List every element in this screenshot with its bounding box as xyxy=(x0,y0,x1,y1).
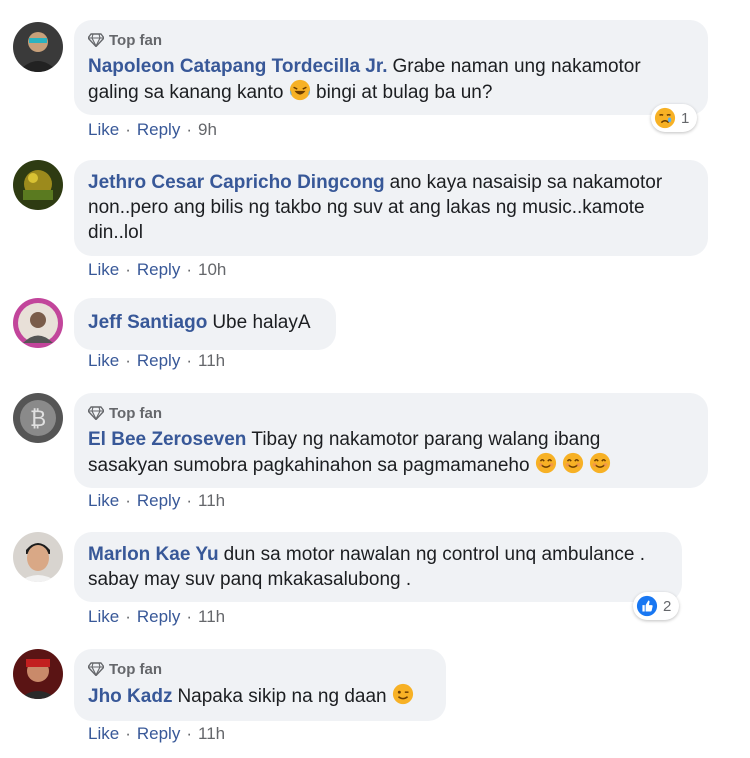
comment-author[interactable]: Napoleon Catapang Tordecilla Jr. xyxy=(88,56,388,77)
comment-text: Marlon Kae Yu dun sa motor nawalan ng con… xyxy=(88,544,646,590)
separator: · xyxy=(186,607,192,626)
comment-author[interactable]: Jho Kadz xyxy=(88,686,172,707)
like-reaction-icon xyxy=(636,595,658,617)
comment-time[interactable]: 11h xyxy=(198,491,225,511)
comment-text: Jethro Cesar Capricho Dingcong ano kaya n… xyxy=(88,172,663,243)
comment-item: Jeff Santiago Ube halayA Like · Reply · 1… xyxy=(0,290,750,385)
comment-time[interactable]: 9h xyxy=(198,120,217,140)
like-link[interactable]: Like xyxy=(88,351,119,371)
separator: · xyxy=(186,120,192,139)
comment-author[interactable]: Jethro Cesar Capricho Dingcong xyxy=(88,172,385,193)
comment-bubble: Jeff Santiago Ube halayA xyxy=(74,298,336,350)
comment-time[interactable]: 10h xyxy=(198,260,226,280)
comment-item: Marlon Kae Yu dun sa motor nawalan ng con… xyxy=(0,525,750,645)
comment-actions: Like · Reply · 11h xyxy=(88,724,225,744)
reaction-count[interactable]: 2 xyxy=(633,592,680,620)
comment-item: Top fan Jho Kadz Napaka sikip na ng daan … xyxy=(0,645,750,758)
comment-text: El Bee Zeroseven Tibay ng nakamotor paran… xyxy=(88,427,694,478)
smiling-emoji-icon xyxy=(535,452,557,474)
reply-link[interactable]: Reply xyxy=(137,491,180,511)
separator: · xyxy=(125,724,131,743)
separator: · xyxy=(186,491,192,510)
comment-bubble: Top fan Jho Kadz Napaka sikip na ng daan xyxy=(74,649,446,721)
like-link[interactable]: Like xyxy=(88,607,119,627)
winking-emoji-icon xyxy=(392,683,413,705)
comment-bubble: Top fan El Bee Zeroseven Tibay ng nakamot… xyxy=(74,393,708,488)
separator: · xyxy=(125,491,131,510)
comment-bubble: Marlon Kae Yu dun sa motor nawalan ng con… xyxy=(74,532,682,602)
comment-item: Top fan Napoleon Catapang Tordecilla Jr.… xyxy=(0,0,750,150)
comment-item: ₿ Top fan El Bee Zeroseven Tibay ng nakam… xyxy=(0,385,750,525)
avatar[interactable] xyxy=(13,649,63,699)
separator: · xyxy=(186,351,192,370)
separator: · xyxy=(125,351,131,370)
comment-time[interactable]: 11h xyxy=(198,607,225,627)
diamond-icon xyxy=(88,33,104,47)
comment-author[interactable]: Jeff Santiago xyxy=(88,312,207,333)
top-fan-badge: Top fan xyxy=(88,659,432,679)
comment-text: Jeff Santiago Ube halayA xyxy=(88,312,311,333)
like-link[interactable]: Like xyxy=(88,120,119,140)
like-link[interactable]: Like xyxy=(88,260,119,280)
comment-author[interactable]: El Bee Zeroseven xyxy=(88,429,246,450)
separator: · xyxy=(186,260,192,279)
reply-link[interactable]: Reply xyxy=(137,724,180,744)
avatar[interactable] xyxy=(13,160,63,210)
comment-actions: Like · Reply · 9h xyxy=(88,120,217,140)
avatar[interactable] xyxy=(13,22,63,72)
comment-bubble: Top fan Napoleon Catapang Tordecilla Jr.… xyxy=(74,20,708,115)
like-link[interactable]: Like xyxy=(88,724,119,744)
avatar[interactable] xyxy=(13,532,63,582)
comment-author[interactable]: Marlon Kae Yu xyxy=(88,544,219,565)
comment-item: Jethro Cesar Capricho Dingcong ano kaya n… xyxy=(0,150,750,290)
svg-text:₿: ₿ xyxy=(30,407,46,432)
top-fan-badge: Top fan xyxy=(88,403,694,423)
avatar[interactable]: ₿ xyxy=(13,393,63,443)
laughing-crying-emoji-icon xyxy=(289,79,310,101)
reaction-count[interactable]: 1 xyxy=(651,104,698,132)
separator: · xyxy=(125,120,131,139)
top-fan-badge: Top fan xyxy=(88,30,694,50)
comment-bubble: Jethro Cesar Capricho Dingcong ano kaya n… xyxy=(74,160,708,256)
comment-time[interactable]: 11h xyxy=(198,724,225,744)
reply-link[interactable]: Reply xyxy=(137,351,180,371)
separator: · xyxy=(125,607,131,626)
separator: · xyxy=(125,260,131,279)
reply-link[interactable]: Reply xyxy=(137,607,180,627)
like-link[interactable]: Like xyxy=(88,491,119,511)
reply-link[interactable]: Reply xyxy=(137,260,180,280)
comment-actions: Like · Reply · 11h xyxy=(88,607,225,627)
separator: · xyxy=(186,724,192,743)
smiling-emoji-icon xyxy=(589,452,611,474)
comment-actions: Like · Reply · 10h xyxy=(88,260,226,280)
comment-time[interactable]: 11h xyxy=(198,351,225,371)
diamond-icon xyxy=(88,662,104,676)
comment-text: Jho Kadz Napaka sikip na ng daan xyxy=(88,683,432,709)
reply-link[interactable]: Reply xyxy=(137,120,180,140)
sad-reaction-icon xyxy=(654,107,676,129)
smiling-emoji-icon xyxy=(562,452,584,474)
comment-actions: Like · Reply · 11h xyxy=(88,351,225,371)
comment-text: Napoleon Catapang Tordecilla Jr. Grabe na… xyxy=(88,56,641,103)
diamond-icon xyxy=(88,406,104,420)
comment-actions: Like · Reply · 11h xyxy=(88,491,225,511)
avatar[interactable] xyxy=(13,298,63,348)
